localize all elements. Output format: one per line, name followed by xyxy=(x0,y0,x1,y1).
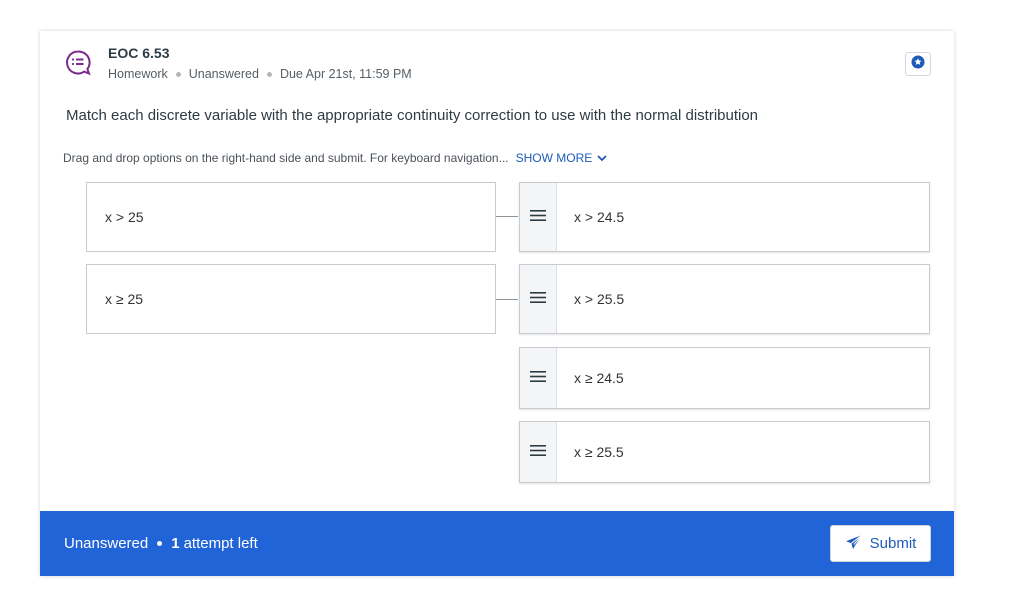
premise-item: x > 25 xyxy=(86,182,496,252)
option-label: x > 24.5 xyxy=(574,209,625,225)
separator-dot xyxy=(175,71,181,77)
submit-button[interactable]: Submit xyxy=(830,525,931,562)
question-card: EOC 6.53 Homework Unanswered Due Apr 21s… xyxy=(40,31,954,576)
option-label: x ≥ 24.5 xyxy=(574,370,624,386)
footer-status: Unanswered 1 attempt left xyxy=(64,535,258,552)
paper-plane-icon xyxy=(845,534,870,554)
drag-handle[interactable] xyxy=(520,422,557,482)
premise-label: x ≥ 25 xyxy=(105,291,144,307)
bookmark-button[interactable] xyxy=(905,52,931,76)
question-meta: Homework Unanswered Due Apr 21st, 11:59 … xyxy=(108,67,412,81)
option-label: x > 25.5 xyxy=(574,291,625,307)
drag-handle[interactable] xyxy=(520,265,557,333)
drag-handle[interactable] xyxy=(520,183,557,251)
drag-handle-icon xyxy=(530,208,546,226)
footer-status-text: Unanswered xyxy=(64,535,149,552)
question-status: Unanswered xyxy=(188,67,259,81)
question-footer: Unanswered 1 attempt left Submit xyxy=(40,511,954,576)
drag-option[interactable]: x > 25.5 xyxy=(519,264,930,334)
premise-label: x > 25 xyxy=(105,209,144,225)
option-label: x ≥ 25.5 xyxy=(574,444,624,460)
drag-handle-icon xyxy=(530,443,546,461)
instructions-text: Drag and drop options on the right-hand … xyxy=(63,151,509,165)
match-connector xyxy=(496,299,518,300)
instructions: Drag and drop options on the right-hand … xyxy=(63,151,607,165)
attempts-count: 1 xyxy=(171,535,180,552)
match-connector xyxy=(496,216,518,217)
premise-item: x ≥ 25 xyxy=(86,264,496,334)
show-more-link[interactable]: SHOW MORE xyxy=(516,151,608,165)
drag-handle[interactable] xyxy=(520,348,557,408)
question-title: EOC 6.53 xyxy=(108,45,170,61)
star-badge-icon xyxy=(911,55,925,74)
question-prompt: Match each discrete variable with the ap… xyxy=(66,107,759,124)
drag-handle-icon xyxy=(530,369,546,387)
question-due-date: Due Apr 21st, 11:59 PM xyxy=(279,67,412,81)
drag-option[interactable]: x ≥ 24.5 xyxy=(519,347,930,409)
drag-option[interactable]: x > 24.5 xyxy=(519,182,930,252)
separator-dot xyxy=(157,541,163,546)
separator-dot xyxy=(266,71,272,77)
question-type: Homework xyxy=(108,67,168,81)
drag-handle-icon xyxy=(530,290,546,308)
submit-label: Submit xyxy=(869,535,917,552)
show-more-label: SHOW MORE xyxy=(515,151,593,165)
chevron-down-icon xyxy=(592,151,607,165)
drag-option[interactable]: x ≥ 25.5 xyxy=(519,421,930,483)
question-bubble-icon xyxy=(64,49,92,77)
attempts-text: attempt left xyxy=(183,535,258,552)
